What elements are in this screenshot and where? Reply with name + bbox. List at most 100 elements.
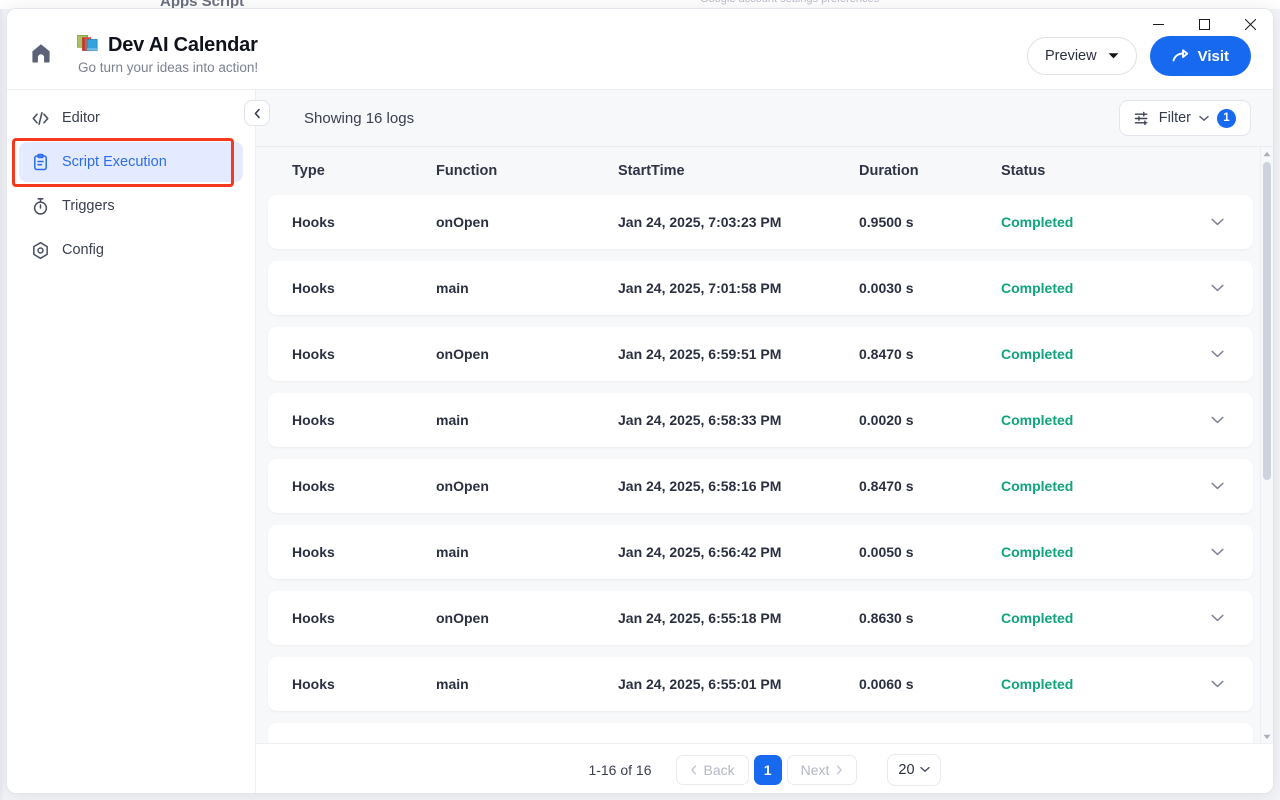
- cell-duration: 0.0020 s: [859, 412, 914, 428]
- cell-function: onOpen: [436, 346, 489, 362]
- close-button[interactable]: [1227, 9, 1273, 39]
- clipboard-icon: [31, 153, 50, 172]
- logs-table: Type Function StartTime Duration Status …: [256, 146, 1273, 743]
- sidebar-item-editor[interactable]: Editor: [19, 98, 243, 138]
- column-header-function: Function: [436, 163, 498, 179]
- table-row[interactable]: Hooks main Jan 24, 2025, 6:56:42 PM 0.0050 …: [268, 525, 1253, 579]
- row-expand-button[interactable]: [1195, 416, 1239, 424]
- content-toolbar: Showing 16 logs Filter 1: [244, 90, 1273, 146]
- row-expand-button[interactable]: [1195, 548, 1239, 556]
- app-window: Dev AI Calendar Go turn your ideas into …: [6, 8, 1274, 794]
- table-scrollbar[interactable]: [1260, 147, 1273, 743]
- row-expand-button[interactable]: [1195, 482, 1239, 490]
- cell-starttime: Jan 24, 2025, 6:58:33 PM: [618, 412, 782, 428]
- maximize-button[interactable]: [1181, 9, 1227, 39]
- cell-type: Hooks: [292, 280, 335, 296]
- cell-type: Hooks: [292, 214, 335, 230]
- cell-type: Hooks: [292, 412, 335, 428]
- filter-button-label: Filter: [1158, 110, 1191, 126]
- pagination-page-1[interactable]: 1: [753, 754, 782, 785]
- row-expand-button[interactable]: [1195, 350, 1239, 358]
- table-row[interactable]: Hooks onOpen Jan 24, 2025, 6:55:18 PM 0.863…: [268, 591, 1253, 645]
- row-expand-button[interactable]: [1195, 218, 1239, 226]
- row-expand-button[interactable]: [1195, 614, 1239, 622]
- scrollbar-thumb[interactable]: [1263, 162, 1271, 480]
- chevron-down-icon: [1210, 548, 1224, 556]
- sidebar-item-config[interactable]: Config: [19, 230, 243, 270]
- pagination-back-button[interactable]: Back: [675, 754, 749, 785]
- filter-button[interactable]: Filter 1: [1118, 100, 1251, 136]
- chevron-down-icon: [1210, 218, 1224, 226]
- cell-function: main: [436, 544, 469, 560]
- app-title-block: Dev AI Calendar Go turn your ideas into …: [77, 34, 258, 75]
- cell-type: Hooks: [292, 610, 335, 626]
- sidebar: Editor Script Execution Triggers Config: [7, 90, 256, 793]
- table-row[interactable]: Hooks onOpen Jan 24, 2025, 7:03:23 PM 0.950…: [268, 195, 1253, 249]
- cell-status: Completed: [1001, 676, 1074, 692]
- header-actions: Preview Visit: [1027, 36, 1251, 76]
- chevron-down-icon: [1210, 680, 1224, 688]
- cell-status: Completed: [1001, 544, 1074, 560]
- row-expand-button[interactable]: [1195, 284, 1239, 292]
- chevron-down-icon: [1210, 614, 1224, 622]
- cell-duration: 0.8470 s: [859, 478, 914, 494]
- table-row[interactable]: Hooks main Jan 24, 2025, 6:55:01 PM 0.0060 …: [268, 657, 1253, 711]
- chevron-down-icon: [1108, 53, 1118, 59]
- table-header-row: Type Function StartTime Duration Status: [256, 147, 1273, 195]
- chevron-down-icon: [919, 766, 930, 772]
- sidebar-item-script-execution[interactable]: Script Execution: [19, 142, 243, 182]
- preview-button-label: Preview: [1045, 48, 1097, 64]
- page-size-value: 20: [898, 761, 915, 778]
- column-header-type: Type: [292, 163, 325, 179]
- maximize-icon: [1198, 18, 1210, 30]
- pagination-controls: Back 1 Next: [675, 754, 858, 785]
- cell-status: Completed: [1001, 478, 1074, 494]
- chevron-down-icon: [1210, 482, 1224, 490]
- sidebar-item-triggers[interactable]: Triggers: [19, 186, 243, 226]
- minimize-button[interactable]: [1135, 9, 1181, 39]
- cell-type: Hooks: [292, 478, 335, 494]
- chevron-left-icon: [690, 765, 696, 774]
- scroll-up-arrow[interactable]: [1261, 147, 1273, 160]
- cell-function: onOpen: [436, 478, 489, 494]
- preview-button[interactable]: Preview: [1027, 37, 1137, 75]
- table-row[interactable]: Hooks onOpen Jan 24, 2025, 6:58:16 PM 0.847…: [268, 459, 1253, 513]
- settings-hexagon-icon: [31, 241, 50, 260]
- cell-duration: 0.8630 s: [859, 610, 914, 626]
- page-title: Dev AI Calendar: [108, 33, 258, 56]
- cell-duration: 0.0050 s: [859, 544, 914, 560]
- collapse-sidebar-button[interactable]: [244, 100, 270, 126]
- app-subtitle: Go turn your ideas into action!: [78, 59, 259, 75]
- page-size-select[interactable]: 20: [887, 753, 941, 786]
- window-controls: [1135, 9, 1273, 39]
- row-expand-button[interactable]: [1195, 680, 1239, 688]
- cell-function: main: [436, 412, 469, 428]
- home-button[interactable]: [21, 33, 61, 73]
- cell-duration: 0.8470 s: [859, 346, 914, 362]
- sidebar-item-label: Editor: [62, 110, 100, 126]
- visit-button[interactable]: Visit: [1149, 36, 1251, 76]
- chevron-down-icon: [1210, 416, 1224, 424]
- cell-starttime: Jan 24, 2025, 6:58:16 PM: [618, 478, 782, 494]
- table-row[interactable]: Hooks main Jan 24, 2025, 6:58:33 PM 0.0020 …: [268, 393, 1253, 447]
- pagination-next-button[interactable]: Next: [786, 754, 858, 785]
- cell-starttime: Jan 24, 2025, 6:55:01 PM: [618, 676, 782, 692]
- chevron-left-icon: [254, 108, 260, 118]
- scroll-down-arrow[interactable]: [1261, 730, 1273, 743]
- background-ghost-text: Google account settings preferences: [700, 0, 879, 5]
- stopwatch-icon: [31, 197, 50, 216]
- table-row[interactable]: Hooks main Jan 24, 2025, 7:01:58 PM 0.0030 …: [268, 261, 1253, 315]
- arrow-share-icon: [1172, 48, 1188, 61]
- cell-status: Completed: [1001, 214, 1074, 230]
- cell-function: onOpen: [436, 610, 489, 626]
- main-content: Showing 16 logs Filter 1 Type Function S…: [244, 90, 1273, 793]
- cell-starttime: Jan 24, 2025, 6:55:18 PM: [618, 610, 782, 626]
- table-row[interactable]: Hooks onOpen Jan 24, 2025, 6:59:51 PM 0.847…: [268, 327, 1253, 381]
- cell-function: main: [436, 280, 469, 296]
- table-row-partial[interactable]: [268, 723, 1253, 743]
- cell-status: Completed: [1001, 412, 1074, 428]
- cell-status: Completed: [1001, 346, 1074, 362]
- table-body: Hooks onOpen Jan 24, 2025, 7:03:23 PM 0.950…: [256, 195, 1273, 743]
- cell-starttime: Jan 24, 2025, 7:03:23 PM: [618, 214, 782, 230]
- cell-starttime: Jan 24, 2025, 7:01:58 PM: [618, 280, 782, 296]
